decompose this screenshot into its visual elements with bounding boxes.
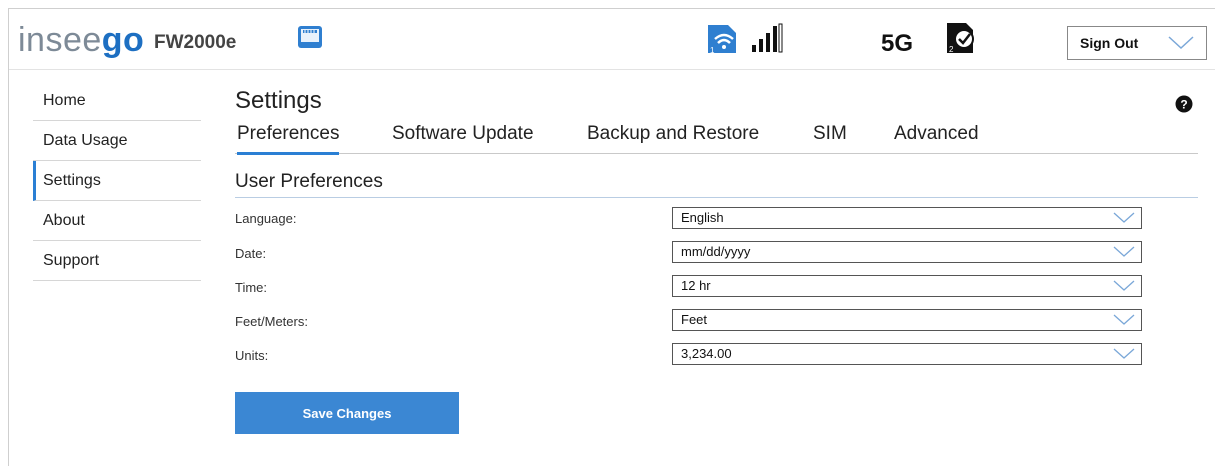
- tab-advanced[interactable]: Advanced: [894, 123, 979, 153]
- language-value: English: [681, 210, 724, 225]
- app-frame: inseego FW2000e 1 5G 2 Sign Out Home Dat…: [8, 8, 1215, 466]
- logo-text-part2: go: [101, 21, 145, 59]
- wifi-badge: 1: [710, 46, 715, 55]
- sign-out-button[interactable]: Sign Out: [1067, 26, 1207, 60]
- save-changes-button[interactable]: Save Changes: [235, 392, 459, 434]
- sim-badge: 2: [949, 45, 954, 54]
- chevron-down-icon: [1168, 36, 1194, 50]
- tab-preferences[interactable]: Preferences: [237, 123, 340, 155]
- sim-check-icon: 2: [947, 23, 974, 54]
- ethernet-icon: [298, 26, 322, 48]
- tab-sim[interactable]: SIM: [813, 123, 847, 153]
- chevron-down-icon: [1113, 246, 1135, 257]
- units-select[interactable]: 3,234.00: [672, 343, 1142, 365]
- page-title: Settings: [235, 87, 322, 114]
- tab-software-update[interactable]: Software Update: [392, 123, 534, 153]
- chevron-down-icon: [1113, 348, 1135, 359]
- svg-text:?: ?: [1180, 98, 1187, 112]
- sidebar-item-settings[interactable]: Settings: [33, 161, 201, 201]
- units-label: Units:: [235, 348, 269, 363]
- inseego-logo: inseego: [18, 21, 144, 60]
- network-type-label: 5G: [881, 30, 914, 57]
- chevron-down-icon: [1113, 212, 1135, 223]
- sidebar-item-data-usage[interactable]: Data Usage: [33, 121, 201, 161]
- chevron-down-icon: [1113, 280, 1135, 291]
- sidebar-item-about[interactable]: About: [33, 201, 201, 241]
- date-format-value: mm/dd/yyyy: [681, 244, 751, 259]
- feet-meters-value: Feet: [681, 312, 708, 327]
- header: inseego FW2000e 1 5G 2 Sign Out: [9, 9, 1215, 70]
- feet-meters-label: Feet/Meters:: [235, 314, 308, 329]
- sign-out-label: Sign Out: [1080, 35, 1139, 51]
- logo-text-part1: insee: [18, 21, 102, 59]
- time-format-select[interactable]: 12 hr: [672, 275, 1142, 297]
- date-label: Date:: [235, 246, 267, 261]
- section-divider: [235, 197, 1198, 198]
- sidebar-item-support[interactable]: Support: [33, 241, 201, 281]
- sidebar-nav: Home Data Usage Settings About Support: [33, 81, 201, 281]
- language-select[interactable]: English: [672, 207, 1142, 229]
- sidebar-item-home[interactable]: Home: [33, 81, 201, 121]
- section-title: User Preferences: [235, 171, 383, 192]
- signal-bars-icon: [752, 23, 783, 53]
- time-format-value: 12 hr: [681, 278, 711, 293]
- language-label: Language:: [235, 211, 297, 226]
- time-label: Time:: [235, 280, 268, 295]
- units-value: 3,234.00: [681, 346, 732, 361]
- wifi-icon: 1: [708, 25, 736, 55]
- help-icon[interactable]: ?: [1175, 95, 1193, 113]
- settings-tabs: Preferences Software Update Backup and R…: [235, 123, 1198, 155]
- device-model: FW2000e: [154, 32, 237, 53]
- date-format-select[interactable]: mm/dd/yyyy: [672, 241, 1142, 263]
- tab-backup-and-restore[interactable]: Backup and Restore: [587, 123, 759, 153]
- chevron-down-icon: [1113, 314, 1135, 325]
- feet-meters-select[interactable]: Feet: [672, 309, 1142, 331]
